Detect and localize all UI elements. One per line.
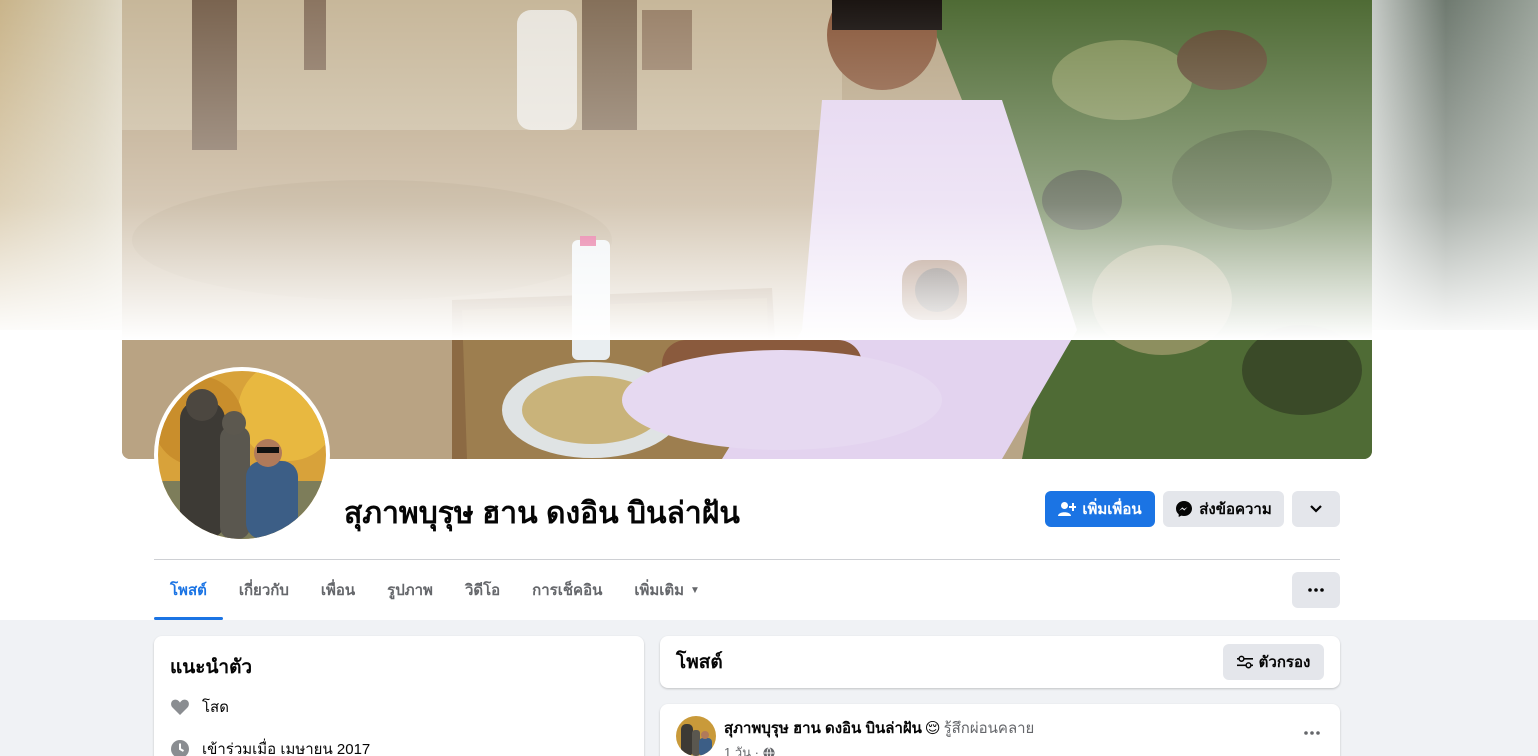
joined-text: เข้าร่วมเมื่อ เมษายน 2017 bbox=[202, 741, 371, 756]
tab-label: เพิ่มเติม bbox=[634, 582, 685, 599]
tab-label: รูปภาพ bbox=[387, 582, 433, 599]
filter-label: ตัวกรอง bbox=[1258, 654, 1311, 671]
add-friend-label: เพิ่มเพื่อน bbox=[1082, 501, 1142, 518]
message-label: ส่งข้อความ bbox=[1199, 501, 1272, 518]
feeling-emoji: 😌 bbox=[924, 720, 941, 737]
intro-title: แนะนำตัว bbox=[170, 657, 253, 678]
ellipsis-icon bbox=[1308, 588, 1324, 592]
intro-card: แนะนำตัว โสด เข้าร่วมเมื่อ เมษายน 2017 bbox=[154, 636, 644, 756]
feeling-text: รู้สึกผ่อนคลาย bbox=[943, 720, 1035, 737]
post-author-avatar-image bbox=[676, 716, 716, 756]
tab-about[interactable]: เกี่ยวกับ bbox=[223, 560, 305, 620]
filter-button[interactable]: ตัวกรอง bbox=[1223, 644, 1324, 680]
globe-icon bbox=[763, 746, 775, 756]
post-header-text: สุภาพบุรุษ ฮาน ดงอิน บินล่าฝัน 😌 รู้สึกผ… bbox=[724, 716, 1034, 756]
post-author-avatar[interactable] bbox=[676, 716, 716, 756]
posts-header-card: โพสต์ ตัวกรอง bbox=[660, 636, 1340, 688]
tab-checkins[interactable]: การเช็คอิน bbox=[516, 560, 618, 620]
person-add-icon bbox=[1058, 502, 1077, 516]
heart-icon bbox=[171, 699, 189, 715]
relationship-text: โสด bbox=[202, 699, 229, 716]
tab-posts[interactable]: โพสต์ bbox=[154, 560, 223, 620]
tab-label: เพื่อน bbox=[320, 582, 356, 599]
post-options-button[interactable] bbox=[1304, 722, 1320, 740]
cover-photo[interactable] bbox=[122, 0, 1372, 459]
profile-avatar[interactable] bbox=[154, 367, 330, 543]
message-button[interactable]: ส่งข้อความ bbox=[1163, 491, 1284, 527]
sliders-icon bbox=[1236, 655, 1253, 669]
ellipsis-icon bbox=[1304, 731, 1320, 735]
chevron-down-icon bbox=[1310, 505, 1322, 513]
post-meta: 1 วัน · bbox=[724, 742, 1034, 756]
more-options-button[interactable] bbox=[1292, 491, 1340, 527]
tab-label: วิดีโอ bbox=[464, 582, 501, 599]
clock-icon bbox=[171, 740, 189, 756]
posts-title: โพสต์ bbox=[676, 652, 723, 673]
tab-friends[interactable]: เพื่อน bbox=[305, 560, 371, 620]
add-friend-button[interactable]: เพิ่มเพื่อน bbox=[1045, 491, 1155, 527]
profile-name: สุภาพบุรุษ ฮาน ดงอิน บินล่าฝัน bbox=[344, 497, 740, 530]
post-header: สุภาพบุรุษ ฮาน ดงอิน บินล่าฝัน 😌 รู้สึกผ… bbox=[676, 716, 1324, 756]
joined-row: เข้าร่วมเมื่อ เมษายน 2017 bbox=[170, 738, 628, 756]
tab-photos[interactable]: รูปภาพ bbox=[371, 560, 449, 620]
tab-label: การเช็คอิน bbox=[532, 582, 603, 599]
post-time[interactable]: 1 วัน · bbox=[724, 742, 759, 756]
caret-down-icon: ▼ bbox=[690, 584, 700, 596]
post-author-line: สุภาพบุรุษ ฮาน ดงอิน บินล่าฝัน 😌 รู้สึกผ… bbox=[724, 716, 1034, 740]
profile-header-area: สุภาพบุรุษ ฮาน ดงอิน บินล่าฝัน เพิ่มเพื่… bbox=[0, 0, 1538, 620]
profile-avatar-image bbox=[158, 371, 326, 539]
tab-label: โพสต์ bbox=[170, 582, 207, 599]
tab-videos[interactable]: วิดีโอ bbox=[449, 560, 516, 620]
cover-photo-image bbox=[122, 0, 1372, 459]
tab-label: เกี่ยวกับ bbox=[238, 582, 289, 599]
post-card: สุภาพบุรุษ ฮาน ดงอิน บินล่าฝัน 😌 รู้สึกผ… bbox=[660, 704, 1340, 756]
tabs-more-button[interactable] bbox=[1292, 572, 1340, 608]
relationship-row: โสด bbox=[170, 696, 628, 718]
post-author-name[interactable]: สุภาพบุรุษ ฮาน ดงอิน บินล่าฝัน bbox=[724, 716, 922, 740]
profile-tabs: โพสต์ เกี่ยวกับ เพื่อน รูปภาพ วิดีโอ การ… bbox=[154, 560, 716, 620]
messenger-icon bbox=[1176, 501, 1193, 517]
tab-more[interactable]: เพิ่มเติม ▼ bbox=[618, 560, 716, 620]
